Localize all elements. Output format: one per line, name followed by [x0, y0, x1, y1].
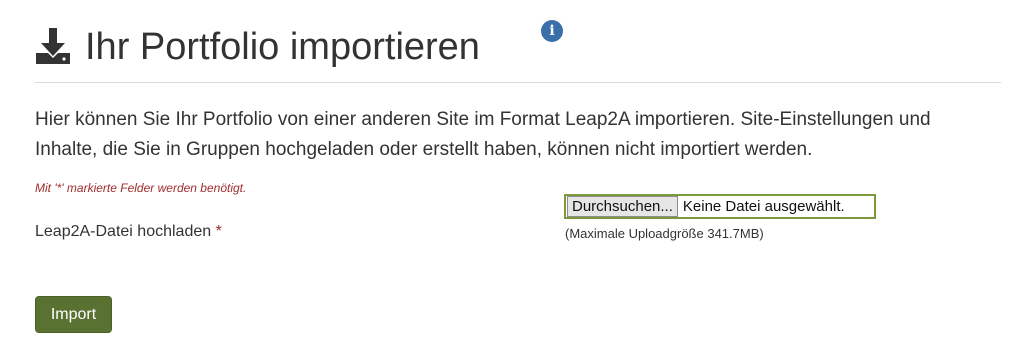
file-field-label-text: Leap2A-Datei hochladen	[35, 223, 212, 240]
file-upload-input[interactable]: Durchsuchen... Keine Datei ausgewählt.	[564, 194, 876, 219]
info-icon[interactable]: i	[541, 20, 563, 42]
file-field-label: Leap2A-Datei hochladen *	[35, 223, 222, 241]
required-marker: *	[215, 223, 222, 240]
intro-text: Hier können Sie Ihr Portfolio von einer …	[35, 109, 931, 160]
file-status: Keine Datei ausgewählt.	[682, 198, 845, 215]
page-header: Ihr Portfolio importieren i	[35, 20, 1001, 83]
import-button[interactable]: Import	[35, 296, 112, 333]
required-fields-note: Mit '*' markierte Felder werden benötigt…	[35, 181, 247, 195]
browse-button[interactable]: Durchsuchen...	[567, 196, 678, 217]
download-icon	[36, 28, 70, 64]
page-title: Ihr Portfolio importieren	[85, 26, 480, 68]
upload-size-hint: (Maximale Uploadgröße 341.7MB)	[565, 226, 764, 241]
import-page: Ihr Portfolio importieren i Hier können …	[0, 0, 1011, 358]
